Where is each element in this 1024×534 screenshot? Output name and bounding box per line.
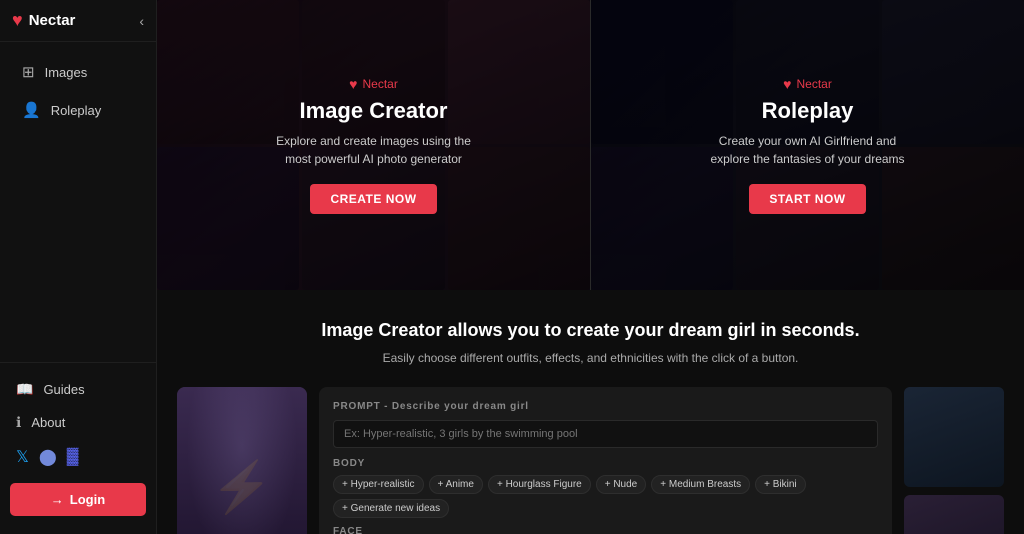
hero-card-image-creator: ♥ Nectar Image Creator Explore and creat… bbox=[157, 0, 590, 290]
reddit-icon[interactable]: ⬤ bbox=[39, 447, 57, 467]
right-img-2 bbox=[904, 495, 1004, 534]
sidebar-item-images-label: Images bbox=[45, 65, 88, 80]
images-icon: ⊞ bbox=[22, 63, 35, 81]
hero-left-badge: ♥ Nectar bbox=[264, 76, 484, 92]
face-section-label: FACE bbox=[333, 526, 878, 534]
sidebar-item-about[interactable]: ℹ About bbox=[0, 406, 156, 439]
tag-anime[interactable]: + Anime bbox=[429, 475, 483, 494]
sidebar-item-roleplay-label: Roleplay bbox=[51, 103, 102, 118]
character-image-left: ⚡ bbox=[177, 387, 307, 534]
brand-heart-icon: ♥ bbox=[12, 10, 23, 31]
brand-name: Nectar bbox=[29, 12, 76, 29]
prompt-section-label: PROMPT - Describe your dream girl bbox=[333, 401, 878, 412]
angel-character: ⚡ bbox=[177, 387, 307, 534]
prompt-panel: PROMPT - Describe your dream girl BODY +… bbox=[319, 387, 892, 534]
main-content: ♥ Nectar Image Creator Explore and creat… bbox=[157, 0, 1024, 534]
body-section-label: BODY bbox=[333, 458, 878, 469]
sidebar: ♥ Nectar ‹ ⊞ Images 👤 Roleplay 📖 Guides … bbox=[0, 0, 157, 534]
guides-icon: 📖 bbox=[16, 381, 33, 398]
hero-right-content: ♥ Nectar Roleplay Create your own AI Gir… bbox=[698, 76, 918, 214]
hero-right-badge-text: Nectar bbox=[796, 77, 831, 91]
tag-hourglass[interactable]: + Hourglass Figure bbox=[488, 475, 591, 494]
start-now-button[interactable]: START NOW bbox=[749, 184, 865, 214]
sidebar-collapse-button[interactable]: ‹ bbox=[139, 13, 144, 29]
roleplay-icon: 👤 bbox=[22, 101, 41, 119]
hero-left-desc: Explore and create images using the most… bbox=[264, 132, 484, 168]
sidebar-bottom: 📖 Guides ℹ About 𝕏 ⬤ ▓ → Login bbox=[0, 362, 156, 534]
sidebar-item-guides[interactable]: 📖 Guides bbox=[0, 373, 156, 406]
right-img-1 bbox=[904, 387, 1004, 487]
hero-right-title: Roleplay bbox=[698, 98, 918, 124]
create-now-button[interactable]: CREATE NOW bbox=[310, 184, 436, 214]
right-image-blocks bbox=[904, 387, 1004, 534]
body-tags-row: + Hyper-realistic + Anime + Hourglass Fi… bbox=[333, 475, 878, 518]
tag-generate-ideas[interactable]: + Generate new ideas bbox=[333, 499, 449, 518]
section2-desc: Easily choose different outfits, effects… bbox=[177, 349, 1004, 367]
tag-hyper-realistic[interactable]: + Hyper-realistic bbox=[333, 475, 424, 494]
login-label: Login bbox=[70, 492, 105, 507]
sidebar-item-about-label: About bbox=[31, 415, 65, 430]
hero-left-content: ♥ Nectar Image Creator Explore and creat… bbox=[264, 76, 484, 214]
tag-medium-breasts[interactable]: + Medium Breasts bbox=[651, 475, 750, 494]
tag-bikini[interactable]: + Bikini bbox=[755, 475, 806, 494]
twitter-icon[interactable]: 𝕏 bbox=[16, 447, 29, 467]
login-button[interactable]: → Login bbox=[10, 483, 146, 516]
brand: ♥ Nectar bbox=[12, 10, 75, 31]
login-icon: → bbox=[51, 492, 64, 507]
prompt-input[interactable] bbox=[333, 420, 878, 448]
sidebar-item-images[interactable]: ⊞ Images bbox=[6, 54, 150, 90]
hero-right-badge: ♥ Nectar bbox=[698, 76, 918, 92]
section2-title: Image Creator allows you to create your … bbox=[177, 320, 1004, 341]
section2-content: ⚡ PROMPT - Describe your dream girl BODY… bbox=[177, 387, 1004, 534]
sidebar-item-roleplay[interactable]: 👤 Roleplay bbox=[6, 92, 150, 128]
sidebar-nav: ⊞ Images 👤 Roleplay bbox=[0, 42, 156, 362]
hero-left-badge-text: Nectar bbox=[362, 77, 397, 91]
badge-heart-icon: ♥ bbox=[349, 76, 357, 92]
hero-right-desc: Create your own AI Girlfriend and explor… bbox=[698, 132, 918, 168]
tag-nude[interactable]: + Nude bbox=[596, 475, 647, 494]
social-icons-row: 𝕏 ⬤ ▓ bbox=[0, 439, 156, 475]
hero-card-roleplay: ♥ Nectar Roleplay Create your own AI Gir… bbox=[591, 0, 1024, 290]
about-icon: ℹ bbox=[16, 414, 21, 431]
hero-left-title: Image Creator bbox=[264, 98, 484, 124]
discord-icon[interactable]: ▓ bbox=[67, 448, 79, 466]
badge-heart-icon-2: ♥ bbox=[783, 76, 791, 92]
section2: Image Creator allows you to create your … bbox=[157, 290, 1024, 534]
sidebar-header: ♥ Nectar ‹ bbox=[0, 0, 156, 42]
hero-section: ♥ Nectar Image Creator Explore and creat… bbox=[157, 0, 1024, 290]
sidebar-item-guides-label: Guides bbox=[43, 382, 84, 397]
